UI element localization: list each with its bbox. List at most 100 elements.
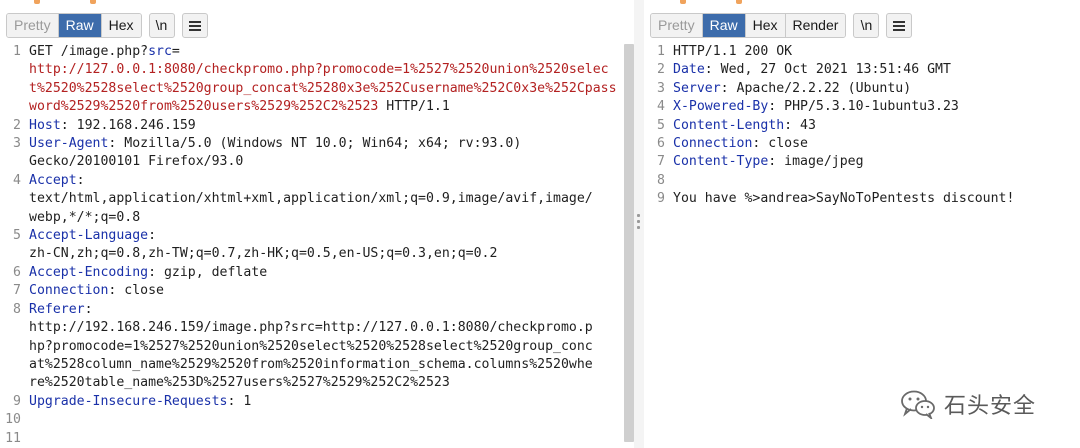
tab-hex[interactable]: Hex — [100, 13, 141, 37]
header-name: Server — [673, 80, 721, 96]
line-number: 6 — [13, 264, 21, 280]
line-number: 5 — [657, 117, 665, 133]
code-line: 9 You have %>andrea>SayNoToPentests disco… — [644, 190, 1080, 208]
line-text: : PHP/5.3.10-1ubuntu3.23 — [768, 99, 959, 115]
tab-indicator — [680, 0, 686, 4]
code-line: 4 X-Powered-By: PHP/5.3.10-1ubuntu3.23 — [644, 98, 1080, 116]
header-name: User-Agent — [29, 136, 109, 152]
header-name: src — [148, 44, 172, 59]
code-line: 4 Accept: text/html,application/xhtml+xml… — [0, 172, 624, 227]
response-toolbar: Pretty Raw Hex Render \n — [650, 12, 913, 38]
code-line: 11​ — [0, 430, 624, 448]
code-line: 3 User-Agent: Mozilla/5.0 (Windows NT 10.… — [0, 135, 624, 172]
request-toolbar: Pretty Raw Hex \n — [6, 12, 208, 38]
code-line: 7 Content-Type: image/jpeg — [644, 153, 1080, 171]
line-text: : gzip, deflate — [148, 264, 268, 280]
code-line: 6 Accept-Encoding: gzip, deflate — [0, 264, 624, 282]
line-text: : Wed, 27 Oct 2021 13:51:46 GMT — [704, 62, 951, 78]
code-line: 6 Connection: close — [644, 135, 1080, 153]
code-line: 7 Connection: close — [0, 282, 624, 300]
request-menu-button[interactable] — [181, 12, 208, 38]
tab-pretty[interactable]: Pretty — [7, 13, 58, 37]
header-name: Content-Type — [673, 154, 769, 170]
hamburger-menu-icon — [188, 20, 201, 31]
line-text: : close — [752, 136, 808, 152]
line-number: 2 — [13, 117, 21, 133]
header-name: X-Powered-By — [673, 99, 769, 115]
request-newline-toggle[interactable]: \n — [148, 12, 175, 38]
line-number: 4 — [657, 99, 665, 115]
code-line: 8​ — [644, 172, 1080, 190]
line-number: 1 — [13, 44, 21, 59]
url-value: http://127.0.0.1:8080/checkpromo.php?pro… — [29, 62, 617, 115]
line-text: = — [171, 44, 180, 59]
line-text: : 192.168.246.159 — [60, 117, 196, 133]
header-name: Accept-Language — [29, 228, 149, 244]
response-pane: Pretty Raw Hex Render \n 1 HTTP/1.1 200 OK 2 D… — [644, 0, 1080, 448]
header-name: Accept-Encoding — [29, 264, 149, 280]
code-line: 8 Referer: http://192.168.246.159/image.p… — [0, 301, 624, 393]
request-scrollbar[interactable] — [624, 44, 634, 442]
line-text: GET /image.php? — [29, 44, 149, 59]
header-name: Connection — [29, 283, 109, 299]
code-line: 9 Upgrade-Insecure-Requests: 1 — [0, 393, 624, 411]
code-line: 1 GET /image.php?src= http://127.0.0.1:80… — [0, 43, 624, 117]
line-number: 4 — [13, 172, 21, 188]
tab-raw[interactable]: Raw — [701, 13, 745, 37]
top-tab-strip — [644, 0, 1080, 5]
code-line: 2 Host: 192.168.246.159 — [0, 117, 624, 135]
tab-hex[interactable]: Hex — [744, 13, 785, 37]
header-name: Content-Length — [673, 117, 785, 133]
tab-indicator — [736, 0, 742, 4]
response-newline-toggle[interactable]: \n — [853, 12, 880, 38]
header-name: Date — [673, 62, 705, 78]
header-name: Upgrade-Insecure-Requests — [29, 393, 228, 409]
line-text: HTTP/1.1 — [378, 99, 450, 115]
splitter-grip-icon[interactable] — [636, 214, 640, 230]
header-name: Accept — [29, 172, 77, 188]
header-name: Host — [29, 117, 61, 133]
tab-pretty[interactable]: Pretty — [651, 13, 702, 37]
line-number: 3 — [657, 80, 665, 96]
line-number: 3 — [13, 136, 21, 152]
line-text: : image/jpeg — [768, 154, 864, 170]
line-number: 11 — [5, 430, 21, 446]
tab-raw[interactable]: Raw — [57, 13, 101, 37]
code-line: 5 Accept-Language: zh-CN,zh;q=0.8,zh-TW;q… — [0, 227, 624, 264]
request-editor[interactable]: 1 GET /image.php?src= http://127.0.0.1:80… — [0, 43, 624, 448]
request-view-tabs: Pretty Raw Hex — [6, 12, 142, 38]
line-number: 6 — [657, 136, 665, 152]
response-view-tabs: Pretty Raw Hex Render — [650, 12, 847, 38]
line-text: : Apache/2.2.22 (Ubuntu) — [720, 80, 912, 96]
tab-indicator — [90, 0, 96, 4]
line-number: 10 — [5, 412, 21, 428]
response-editor[interactable]: 1 HTTP/1.1 200 OK 2 Date: Wed, 27 Oct 2021 … — [644, 43, 1080, 209]
line-number: 9 — [13, 393, 21, 409]
line-text: : 1 — [227, 393, 252, 409]
watermark-text: 石头安全 — [944, 394, 1037, 419]
line-text: HTTP/1.1 200 OK — [673, 44, 793, 59]
line-number: 7 — [657, 154, 665, 170]
code-line: 2 Date: Wed, 27 Oct 2021 13:51:46 GMT — [644, 61, 1080, 79]
top-tab-strip — [0, 0, 624, 5]
code-line: 1 HTTP/1.1 200 OK — [644, 43, 1080, 61]
wechat-logo-icon — [901, 390, 935, 419]
line-number: 9 — [657, 191, 665, 207]
code-line: 10​ — [0, 411, 624, 429]
tab-render[interactable]: Render — [784, 13, 846, 37]
line-text: : text/html,application/xhtml+xml,applic… — [29, 172, 593, 225]
watermark: 石头安全 — [900, 384, 1060, 424]
line-number: 1 — [657, 44, 665, 59]
line-number: 2 — [657, 62, 665, 78]
line-text: : http://192.168.246.159/image.php?src=h… — [29, 301, 593, 391]
line-text: : close — [108, 283, 164, 299]
line-text: : 43 — [784, 117, 816, 133]
line-number: 7 — [13, 283, 21, 299]
header-name: Connection — [673, 136, 753, 152]
code-line: 5 Content-Length: 43 — [644, 117, 1080, 135]
code-line: 3 Server: Apache/2.2.22 (Ubuntu) — [644, 80, 1080, 98]
line-number: 8 — [13, 301, 21, 317]
response-menu-button[interactable] — [886, 12, 913, 38]
hamburger-menu-icon — [893, 20, 906, 31]
header-name: Referer — [29, 301, 85, 317]
